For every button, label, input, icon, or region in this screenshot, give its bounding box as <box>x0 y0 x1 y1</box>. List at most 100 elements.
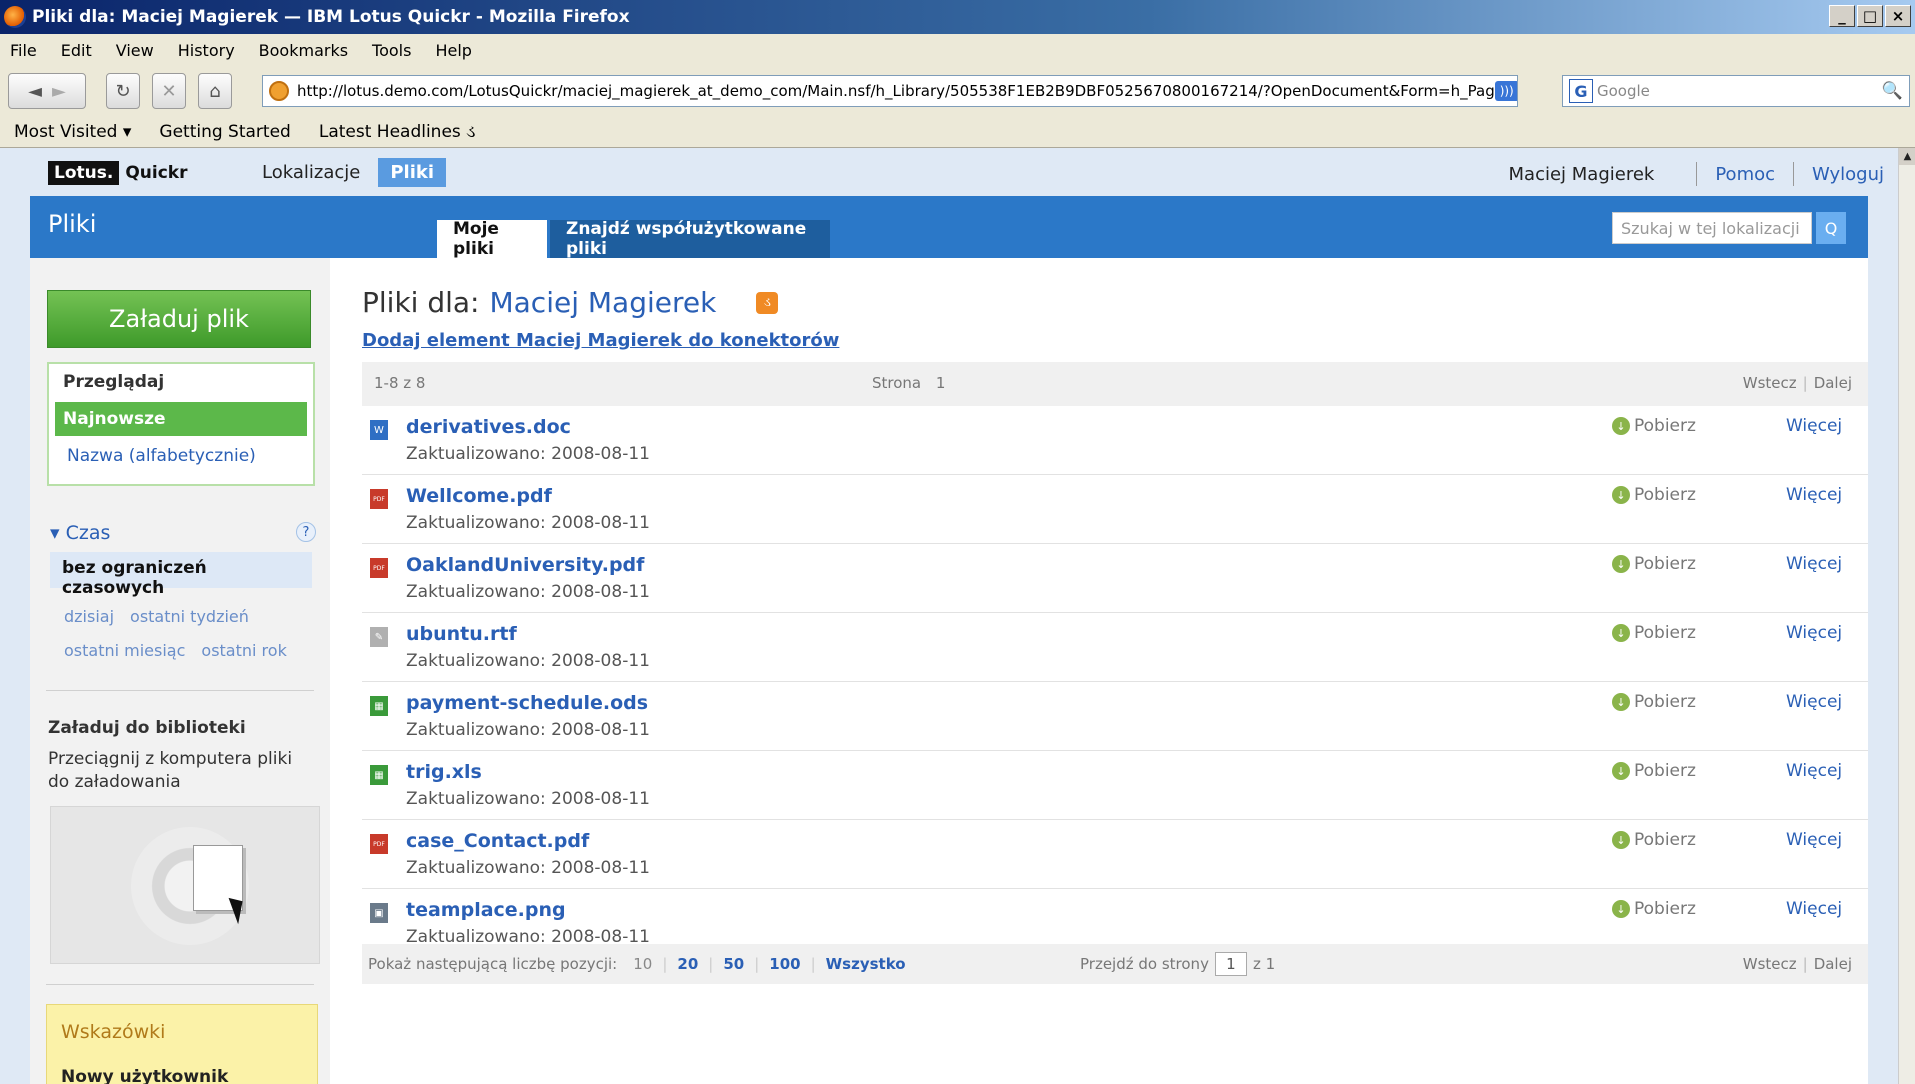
google-engine-icon[interactable]: G <box>1569 79 1593 103</box>
browse-newest[interactable]: Najnowsze <box>55 402 307 436</box>
close-button[interactable]: × <box>1885 5 1911 27</box>
back-forward-button[interactable]: ◄ ► <box>8 73 86 109</box>
file-name-link[interactable]: payment-schedule.ods <box>406 692 648 714</box>
menu-bookmarks[interactable]: Bookmarks <box>259 41 348 60</box>
download-link[interactable]: ↓ Pobierz <box>1612 761 1696 781</box>
web-search-box[interactable]: G Google 🔍 <box>1562 75 1910 107</box>
minimize-button[interactable]: _ <box>1829 5 1855 27</box>
download-link[interactable]: ↓ Pobierz <box>1612 692 1696 712</box>
separator <box>1793 162 1795 186</box>
time-today[interactable]: dzisiaj <box>64 607 114 626</box>
next-page-link[interactable]: Dalej <box>1814 374 1852 392</box>
download-link[interactable]: ↓ Pobierz <box>1612 830 1696 850</box>
bookmarks-toolbar: Most Visited ▾ Getting Started Latest He… <box>0 116 1915 148</box>
help-icon[interactable]: ? <box>296 522 316 542</box>
more-link[interactable]: Więcej <box>1786 554 1842 574</box>
pdf-icon: PDF <box>370 489 388 509</box>
next-page-link[interactable]: Dalej <box>1814 955 1852 973</box>
more-link[interactable]: Więcej <box>1786 761 1842 781</box>
url-bar[interactable]: http://lotus.demo.com/LotusQuickr/maciej… <box>262 75 1518 107</box>
help-link[interactable]: Pomoc <box>1715 164 1775 185</box>
menu-help[interactable]: Help <box>435 41 471 60</box>
feed-icon[interactable]: ))) <box>1494 81 1517 101</box>
menu-edit[interactable]: Edit <box>61 41 92 60</box>
time-last-week[interactable]: ostatni tydzień <box>130 607 249 626</box>
menu-tools[interactable]: Tools <box>372 41 411 60</box>
more-link[interactable]: Więcej <box>1786 692 1842 712</box>
menu-view[interactable]: View <box>116 41 154 60</box>
place-search-input[interactable]: Szukaj w tej lokalizacji <box>1612 212 1812 244</box>
download-link[interactable]: ↓ Pobierz <box>1612 554 1696 574</box>
add-to-connectors-link[interactable]: Dodaj element Maciej Magierek do konekto… <box>362 330 839 351</box>
time-last-year[interactable]: ostatni rok <box>201 641 286 660</box>
more-link[interactable]: Więcej <box>1786 623 1842 643</box>
file-name-link[interactable]: Wellcome.pdf <box>406 485 552 507</box>
file-name-link[interactable]: teamplace.png <box>406 899 566 921</box>
bookmark-latest-headlines[interactable]: Latest Headlines ડ <box>319 122 476 142</box>
page-size-20[interactable]: 20 <box>677 955 698 973</box>
page-size-50[interactable]: 50 <box>723 955 744 973</box>
goto-label: Przejdź do strony <box>1080 955 1209 973</box>
download-link[interactable]: ↓ Pobierz <box>1612 899 1696 919</box>
file-row: PDF OaklandUniversity.pdf Zaktualizowano: … <box>362 544 1868 613</box>
upload-file-button[interactable]: Załaduj plik <box>47 290 311 348</box>
prev-page-link[interactable]: Wstecz <box>1743 955 1797 973</box>
download-link[interactable]: ↓ Pobierz <box>1612 416 1696 436</box>
page-size-label: Pokaż następującą liczbę pozycji: <box>368 955 618 973</box>
reload-button[interactable]: ↻ <box>106 73 140 109</box>
site-icon <box>269 81 289 101</box>
page-size-100[interactable]: 100 <box>769 955 800 973</box>
tab-my-files[interactable]: Moje pliki <box>437 219 547 259</box>
user-name[interactable]: Maciej Magierek <box>1509 164 1655 185</box>
download-link[interactable]: ↓ Pobierz <box>1612 485 1696 505</box>
lotus-quickr-logo[interactable]: Lotus. Quickr <box>48 160 187 186</box>
time-filter-heading[interactable]: ▾ Czas <box>50 522 110 544</box>
vertical-scrollbar[interactable]: ▲ <box>1898 148 1915 1084</box>
place-search-button[interactable]: Q <box>1816 212 1846 244</box>
page-title-owner[interactable]: Maciej Magierek <box>489 286 716 319</box>
file-updated: Zaktualizowano: 2008-08-11 <box>406 789 650 809</box>
goto-page-input[interactable]: 1 <box>1214 952 1247 976</box>
more-link[interactable]: Więcej <box>1786 830 1842 850</box>
logout-link[interactable]: Wyloguj <box>1812 164 1884 185</box>
bookmark-getting-started[interactable]: Getting Started <box>159 122 290 142</box>
page-size-all[interactable]: Wszystko <box>826 955 906 973</box>
tab-shared-files[interactable]: Znajdź współużytkowane pliki <box>550 219 830 259</box>
menu-history[interactable]: History <box>178 41 235 60</box>
scroll-up-icon[interactable]: ▲ <box>1899 148 1915 165</box>
tips-new-user[interactable]: Nowy użytkownik <box>61 1067 228 1084</box>
download-link[interactable]: ↓ Pobierz <box>1612 623 1696 643</box>
nav-places[interactable]: Lokalizacje <box>252 158 370 187</box>
maximize-button[interactable]: □ <box>1857 5 1883 27</box>
download-icon: ↓ <box>1612 486 1630 504</box>
more-link[interactable]: Więcej <box>1786 416 1842 436</box>
drop-zone[interactable] <box>50 806 320 964</box>
divider <box>46 690 314 691</box>
download-label: Pobierz <box>1634 416 1696 436</box>
time-filter-selected[interactable]: bez ograniczeń czasowych <box>50 552 312 598</box>
file-name-link[interactable]: OaklandUniversity.pdf <box>406 554 644 576</box>
page-size-10[interactable]: 10 <box>633 955 652 973</box>
forward-icon[interactable]: ► <box>52 81 66 102</box>
file-name-link[interactable]: ubuntu.rtf <box>406 623 517 645</box>
nav-files[interactable]: Pliki <box>378 158 447 187</box>
more-link[interactable]: Więcej <box>1786 485 1842 505</box>
download-label: Pobierz <box>1634 554 1696 574</box>
browse-heading: Przeglądaj <box>63 372 165 392</box>
search-icon[interactable]: 🔍 <box>1882 81 1903 101</box>
file-name-link[interactable]: derivatives.doc <box>406 416 571 438</box>
back-icon[interactable]: ◄ <box>28 81 42 102</box>
bookmark-most-visited[interactable]: Most Visited ▾ <box>14 122 131 142</box>
stop-button[interactable]: ✕ <box>152 73 186 109</box>
browse-alphabetical[interactable]: Nazwa (alfabetycznie) <box>49 438 313 474</box>
time-last-month[interactable]: ostatni miesiąc <box>64 641 185 660</box>
more-link[interactable]: Więcej <box>1786 899 1842 919</box>
file-name-link[interactable]: trig.xls <box>406 761 482 783</box>
file-name-link[interactable]: case_Contact.pdf <box>406 830 589 852</box>
rss-feed-icon[interactable]: ડ <box>756 291 779 314</box>
prev-page-link[interactable]: Wstecz <box>1743 374 1797 392</box>
window-controls: _ □ × <box>1829 5 1911 27</box>
download-icon: ↓ <box>1612 831 1630 849</box>
menu-file[interactable]: File <box>10 41 37 60</box>
home-button[interactable]: ⌂ <box>198 73 232 109</box>
